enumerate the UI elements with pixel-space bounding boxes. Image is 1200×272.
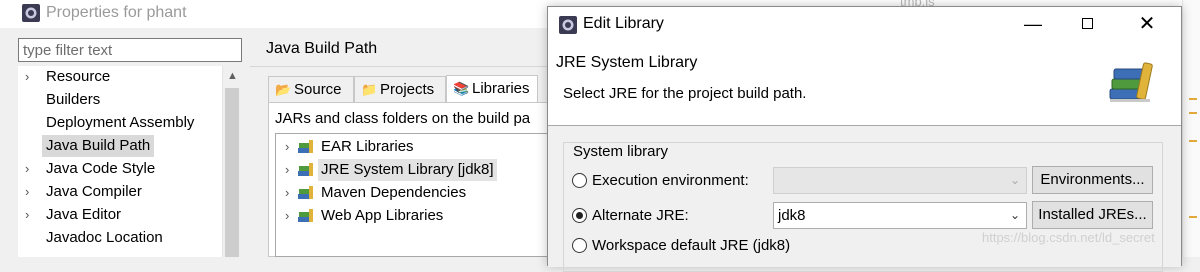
- nav-item-label: Builders: [46, 91, 101, 108]
- page-title: Java Build Path: [266, 40, 378, 57]
- dialog-title: Edit Library: [583, 15, 664, 32]
- gutter-marker: [1189, 216, 1197, 218]
- tab-source[interactable]: 📂 Source: [268, 76, 354, 103]
- nav-item-label: Java Code Style: [46, 160, 156, 177]
- libraries-tree: › EAR Libraries › JRE System Library [jd…: [275, 133, 555, 257]
- tab-label: Projects: [380, 81, 435, 98]
- chevron-down-icon[interactable]: ⌄: [1010, 203, 1020, 228]
- library-books-icon: [1109, 62, 1153, 102]
- chevron-right-icon[interactable]: ›: [25, 66, 29, 88]
- dialog-body: System library Execution environment: ⌄ …: [548, 126, 1181, 272]
- library-label: Maven Dependencies: [321, 184, 467, 201]
- libraries-icon: 📚: [453, 81, 470, 96]
- group-label: System library: [572, 143, 670, 160]
- properties-nav-tree: › Resource Builders Deployment Assembly …: [18, 66, 224, 257]
- tab-label: Libraries: [472, 80, 530, 97]
- nav-item-label: Javadoc Location: [46, 229, 163, 246]
- chevron-right-icon[interactable]: ›: [25, 158, 29, 180]
- library-icon: [298, 163, 313, 176]
- radio-button[interactable]: [572, 208, 587, 223]
- alternate-jre-select[interactable]: jdk8 ⌄: [773, 202, 1027, 229]
- tab-projects[interactable]: 📁 Projects: [354, 76, 446, 103]
- gutter-marker: [1189, 140, 1197, 142]
- minimize-icon[interactable]: —: [1010, 9, 1056, 39]
- nav-item-label: Java Editor: [46, 206, 122, 223]
- chevron-right-icon[interactable]: ›: [285, 205, 289, 227]
- library-icon: [298, 209, 313, 222]
- radio-label: Workspace default JRE (jdk8): [592, 237, 791, 254]
- radio-button[interactable]: [572, 173, 587, 188]
- close-icon[interactable]: ✕: [1122, 9, 1172, 39]
- nav-item-label: Resource: [46, 68, 111, 85]
- select-value: jdk8: [778, 207, 806, 224]
- maximize-icon[interactable]: [1064, 9, 1110, 39]
- edit-library-dialog: Edit Library — ✕ JRE System Library Sele…: [547, 6, 1182, 272]
- source-folder-icon: 📂: [275, 82, 292, 97]
- chevron-right-icon[interactable]: ›: [285, 136, 289, 158]
- divider: [250, 66, 550, 67]
- dialog-heading: JRE System Library: [556, 54, 698, 71]
- radio-button[interactable]: [572, 238, 587, 253]
- projects-icon: 📁: [361, 82, 378, 97]
- chevron-right-icon[interactable]: ›: [285, 159, 289, 181]
- installed-jres-button[interactable]: Installed JREs...: [1032, 201, 1153, 229]
- nav-item-label: Deployment Assembly: [46, 114, 195, 131]
- execution-environment-select: ⌄: [773, 167, 1027, 194]
- library-label: Web App Libraries: [321, 207, 444, 224]
- radio-label: Alternate JRE:: [592, 207, 689, 224]
- scroll-up-icon[interactable]: ▲: [223, 66, 242, 86]
- radio-label: Execution environment:: [592, 172, 749, 189]
- tab-libraries[interactable]: 📚 Libraries: [446, 75, 538, 103]
- properties-window-title: Properties for phant: [46, 4, 187, 21]
- library-icon: [298, 140, 313, 153]
- chevron-right-icon[interactable]: ›: [25, 181, 29, 203]
- dialog-header: JRE System Library Select JRE for the pr…: [548, 41, 1181, 125]
- scrollbar-thumb[interactable]: [225, 88, 239, 257]
- watermark-text: https://blog.csdn.net/ld_secret: [982, 230, 1155, 245]
- filter-input[interactable]: [18, 38, 242, 62]
- library-label: JRE System Library [jdk8]: [318, 159, 497, 181]
- nav-item-label: Java Build Path: [42, 135, 155, 157]
- library-icon: [298, 186, 313, 199]
- chevron-right-icon[interactable]: ›: [285, 182, 289, 204]
- eclipse-app-icon: [559, 16, 577, 34]
- nav-item-label: Java Compiler: [46, 183, 142, 200]
- nav-scrollbar[interactable]: ▲: [222, 66, 241, 257]
- environments-button[interactable]: Environments...: [1032, 166, 1153, 194]
- eclipse-app-icon: [22, 4, 40, 22]
- tab-label: Source: [294, 81, 342, 98]
- chevron-right-icon[interactable]: ›: [25, 204, 29, 226]
- dialog-titlebar[interactable]: Edit Library — ✕: [548, 7, 1181, 41]
- chevron-down-icon: ⌄: [1009, 173, 1020, 187]
- dialog-subheading: Select JRE for the project build path.: [563, 85, 807, 102]
- libraries-description: JARs and class folders on the build pa: [275, 110, 531, 127]
- gutter-marker: [1189, 98, 1197, 100]
- gutter-marker: [1189, 112, 1197, 114]
- editor-gutter: [1182, 0, 1200, 257]
- library-label: EAR Libraries: [321, 138, 414, 155]
